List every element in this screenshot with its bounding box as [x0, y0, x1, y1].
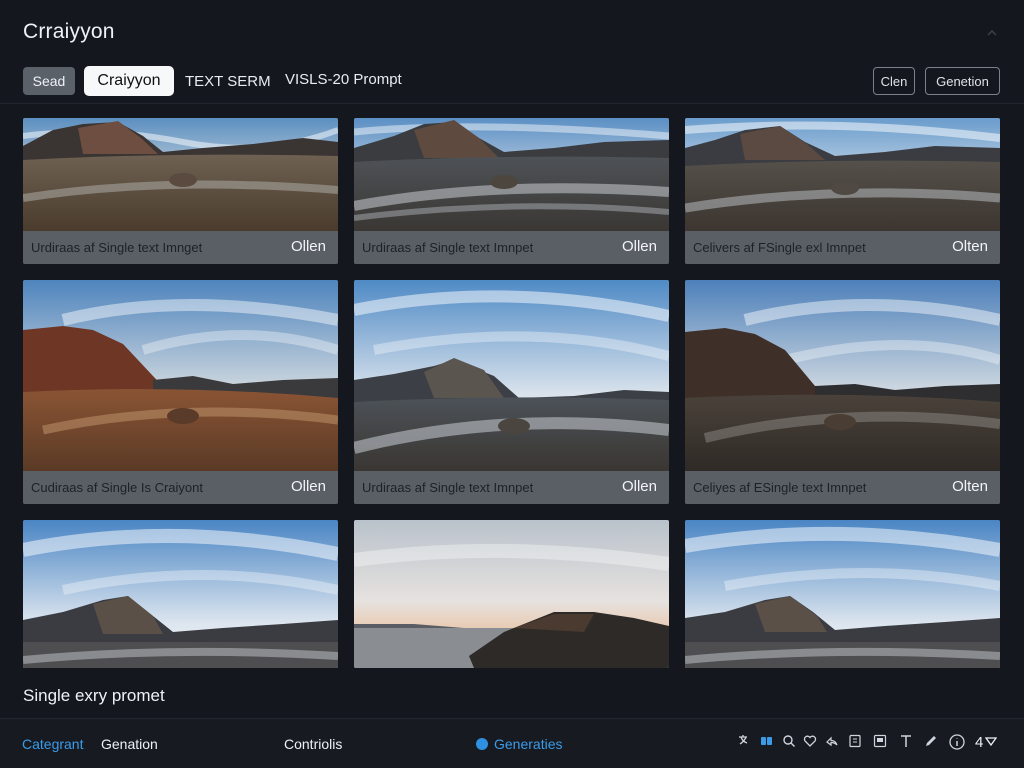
image-card[interactable]: [354, 520, 669, 668]
clen-button[interactable]: Clen: [873, 67, 915, 95]
generated-image[interactable]: [23, 280, 338, 471]
open-button[interactable]: Ollen: [622, 478, 657, 495]
image-card[interactable]: Urdiraas af Single text Imnget Ollen: [23, 118, 338, 264]
image-card[interactable]: Urdiraas af Single text Imnpet Ollen: [354, 280, 669, 504]
card-caption-text: Urdiraas af Single text Imnpet: [362, 480, 534, 495]
card-caption: Urdiraas af Single text Imnpet Ollen: [354, 471, 669, 504]
search-icon[interactable]: [781, 733, 799, 751]
app-title: Crraiyyon: [23, 20, 115, 43]
collapse-icon[interactable]: [986, 26, 998, 38]
bottom-nav: Categrant Genation Contriolis Generaties…: [0, 718, 1024, 768]
pencil-icon[interactable]: [923, 733, 941, 751]
open-button[interactable]: Olten: [952, 238, 988, 255]
open-button[interactable]: Ollen: [291, 238, 326, 255]
generated-image[interactable]: [23, 118, 338, 231]
gallery-icon[interactable]: [872, 733, 890, 751]
open-button[interactable]: Ollen: [291, 478, 326, 495]
genetion-button[interactable]: Genetion: [925, 67, 1000, 95]
brand-button[interactable]: Craiyyon: [84, 66, 174, 96]
generaties-dot-icon: [476, 738, 488, 750]
open-button[interactable]: Olten: [952, 478, 988, 495]
generated-image[interactable]: [685, 520, 1000, 668]
page-number-value: 4: [975, 734, 984, 751]
top-toolbar: Sead Craiyyon TEXT SERM VISLS-20 Prompt …: [0, 60, 1024, 104]
layers-icon[interactable]: [759, 733, 777, 751]
translate-icon[interactable]: [737, 733, 755, 751]
generated-image[interactable]: [354, 280, 669, 471]
book-icon[interactable]: [847, 733, 865, 751]
card-caption-text: Celiyes af ESingle text Imnpet: [693, 480, 867, 495]
info-icon[interactable]: [948, 733, 966, 751]
seed-button[interactable]: Sead: [23, 67, 75, 95]
tab-text-serm[interactable]: TEXT SERM: [185, 73, 271, 90]
card-caption-text: Urdiraas af Single text Imnget: [31, 240, 203, 255]
card-caption-text: Celivers af FSingle exl Imnpet: [693, 240, 866, 255]
generated-image[interactable]: [354, 118, 669, 231]
generated-image[interactable]: [23, 520, 338, 668]
image-card[interactable]: [23, 520, 338, 668]
chevron-down-icon: [985, 737, 998, 747]
text-icon[interactable]: [898, 733, 916, 751]
generated-image[interactable]: [354, 520, 669, 668]
generated-image[interactable]: [685, 118, 1000, 231]
heart-icon[interactable]: [802, 733, 820, 751]
generated-image[interactable]: [685, 280, 1000, 471]
nav-controls[interactable]: Contriolis: [284, 736, 342, 752]
tab-prompt[interactable]: VISLS-20 Prompt: [285, 71, 402, 88]
share-icon[interactable]: [824, 733, 842, 751]
prompt-label: Single exry promet: [23, 686, 165, 705]
image-card[interactable]: [685, 520, 1000, 668]
nav-categrant[interactable]: Categrant: [22, 736, 83, 752]
open-button[interactable]: Ollen: [622, 238, 657, 255]
image-card[interactable]: Urdiraas af Single text Imnpet Ollen: [354, 118, 669, 264]
image-card[interactable]: Cudiraas af Single Is Craiyont Ollen: [23, 280, 338, 504]
nav-genation[interactable]: Genation: [101, 736, 158, 752]
card-caption: Urdiraas af Single text Imnpet Ollen: [354, 231, 669, 264]
card-caption: Celivers af FSingle exl Imnpet Olten: [685, 231, 1000, 264]
card-caption: Celiyes af ESingle text Imnpet Olten: [685, 471, 1000, 504]
image-card[interactable]: Celivers af FSingle exl Imnpet Olten: [685, 118, 1000, 264]
card-caption-text: Urdiraas af Single text Imnpet: [362, 240, 534, 255]
card-caption: Urdiraas af Single text Imnget Ollen: [23, 231, 338, 264]
card-caption: Cudiraas af Single Is Craiyont Ollen: [23, 471, 338, 504]
nav-generaties-label: Generaties: [494, 736, 563, 752]
nav-generaties[interactable]: Generaties: [476, 736, 562, 752]
card-caption-text: Cudiraas af Single Is Craiyont: [31, 480, 203, 495]
image-card[interactable]: Celiyes af ESingle text Imnpet Olten: [685, 280, 1000, 504]
page-number[interactable]: 4: [975, 734, 998, 751]
